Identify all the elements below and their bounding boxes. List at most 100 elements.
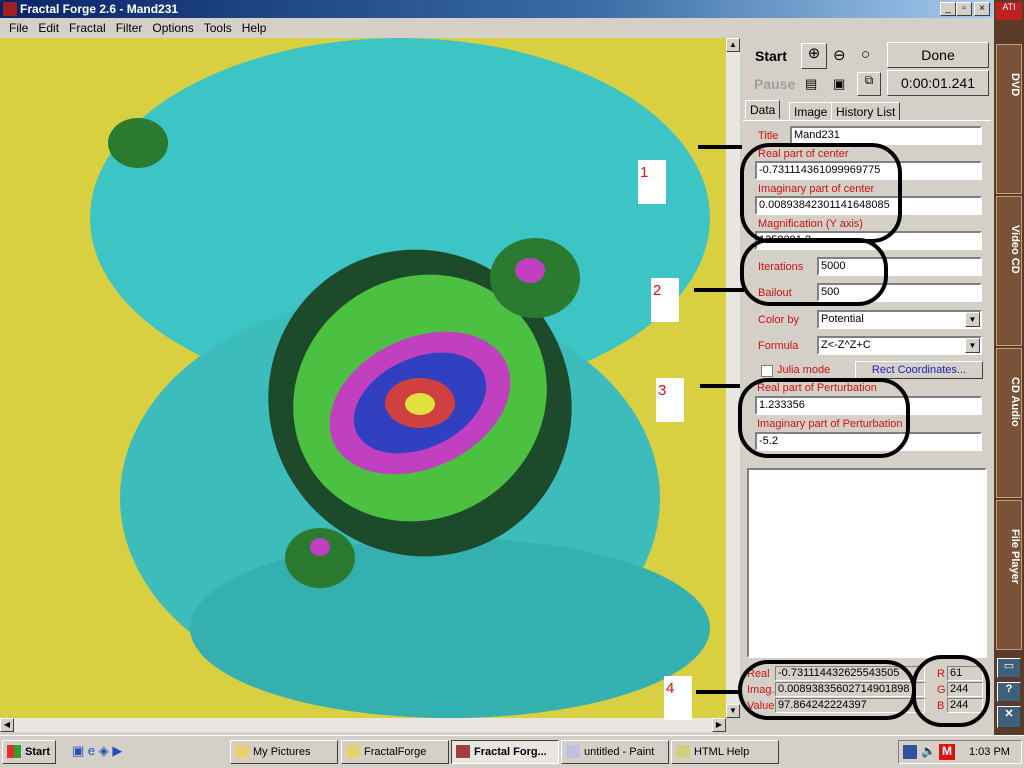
pause-button[interactable]: Pause: [754, 76, 795, 92]
scroll-down-arrow[interactable]: ▼: [726, 704, 740, 718]
annotation-label-1: 1: [638, 160, 666, 204]
menu-edit[interactable]: Edit: [33, 18, 64, 38]
dropdown-arrow-icon[interactable]: ▼: [965, 312, 980, 327]
timer-display: 0:00:01.241: [887, 70, 989, 96]
fractal-forge-icon: [456, 745, 470, 758]
task-fractalforge-folder[interactable]: FractalForge: [341, 740, 449, 764]
menu-fractal[interactable]: Fractal: [64, 18, 111, 38]
system-tray: 🔈 M 1:03 PM: [898, 740, 1022, 764]
rect-coordinates-button[interactable]: Rect Coordinates...: [855, 361, 983, 379]
sidebar-cd-audio[interactable]: CD Audio: [996, 348, 1022, 498]
close-icon[interactable]: ✕: [997, 706, 1021, 728]
paint-icon: [566, 745, 580, 758]
sidebar-video-cd[interactable]: Video CD: [996, 196, 1022, 346]
horizontal-scrollbar[interactable]: ◀ ▶: [0, 718, 726, 732]
m-tray-icon[interactable]: M: [939, 744, 955, 760]
quick-launch-icons[interactable]: ▣ e ◈ ▶: [72, 743, 122, 759]
volume-icon[interactable]: 🔈: [921, 744, 936, 758]
app-icon: [3, 2, 17, 16]
formula-select[interactable]: Z<-Z^Z+C ▼: [817, 336, 982, 355]
scroll-right-arrow[interactable]: ▶: [712, 718, 726, 732]
zoom-in-icon[interactable]: ⊕: [801, 43, 827, 69]
julia-mode-checkbox[interactable]: [761, 365, 773, 377]
menu-help[interactable]: Help: [237, 18, 272, 38]
vertical-scrollbar[interactable]: ▲ ▼: [726, 38, 740, 718]
formula-label: Formula: [758, 340, 799, 352]
fractal-canvas[interactable]: [0, 38, 726, 718]
sidebar-dvd-label: DVD: [1009, 73, 1021, 97]
zoom-icon[interactable]: ○: [861, 46, 870, 63]
taskbar: Start ▣ e ◈ ▶ My Pictures FractalForge F…: [0, 735, 1024, 768]
maximize-button[interactable]: ▫: [956, 2, 972, 16]
task-label: FractalForge: [364, 746, 427, 758]
folder-icon: [346, 745, 360, 758]
monitor-icon[interactable]: ▭: [997, 658, 1021, 678]
sidebar-cd-audio-label: CD Audio: [1009, 377, 1021, 427]
julia-mode-label: Julia mode: [777, 364, 831, 376]
sidebar-file-player[interactable]: File Player: [996, 500, 1022, 650]
windows-logo-icon: [7, 745, 21, 758]
menu-file[interactable]: File: [4, 18, 33, 38]
fractal-small-spiral-core: [515, 258, 545, 283]
folder-icon: [235, 745, 249, 758]
fractal-small-spiral: [108, 118, 168, 168]
comments-textarea[interactable]: [747, 468, 987, 658]
formula-value: Z<-Z^Z+C: [821, 339, 871, 351]
close-button[interactable]: ×: [974, 2, 990, 16]
color-by-label: Color by: [758, 314, 799, 326]
annotation-line-3: [700, 384, 740, 388]
help-icon[interactable]: ?: [997, 682, 1021, 702]
sidebar-video-cd-label: Video CD: [1009, 225, 1021, 274]
annotation-label-4: 4: [664, 676, 692, 720]
fractal-small-spiral: [285, 528, 355, 588]
menu-filter[interactable]: Filter: [111, 18, 148, 38]
dropdown-arrow-icon[interactable]: ▼: [965, 338, 980, 353]
tab-history-list[interactable]: History List: [831, 102, 901, 121]
ati-logo-icon: ATI: [996, 2, 1022, 20]
clock: 1:03 PM: [969, 746, 1010, 758]
annotation-line-1: [698, 145, 742, 149]
annotation-line-2: [694, 288, 744, 292]
tab-data[interactable]: Data: [745, 100, 781, 119]
annotation-circle-2: [740, 238, 888, 306]
save-icon[interactable]: ▣: [833, 76, 845, 92]
task-label: My Pictures: [253, 746, 311, 758]
fractal-cyan-region: [190, 538, 710, 718]
help-book-icon: [676, 745, 690, 758]
task-label: untitled - Paint: [584, 746, 655, 758]
sidebar-dvd[interactable]: DVD: [996, 44, 1022, 194]
tab-image[interactable]: Image: [789, 102, 833, 121]
start-button[interactable]: Start: [755, 48, 787, 64]
menu-tools[interactable]: Tools: [199, 18, 237, 38]
menu-bar: File Edit Fractal Filter Options Tools H…: [0, 18, 993, 38]
sidebar-file-player-label: File Player: [1009, 529, 1021, 585]
status-display: Done: [887, 42, 989, 68]
task-label: Fractal Forg...: [474, 746, 547, 758]
annotation-circle-4a: [738, 660, 916, 720]
task-paint[interactable]: untitled - Paint: [561, 740, 669, 764]
window-title: Fractal Forge 2.6 - Mand231: [20, 2, 179, 16]
color-by-select[interactable]: Potential ▼: [817, 310, 982, 329]
task-fractal-forge[interactable]: Fractal Forg...: [451, 740, 559, 764]
media-sidebar: ATI DVD Video CD CD Audio File Player ▭ …: [994, 0, 1024, 735]
color-by-value: Potential: [821, 313, 864, 325]
minimize-button[interactable]: _: [940, 2, 956, 16]
fractal-small-spiral-core: [310, 538, 330, 556]
new-document-icon[interactable]: ▤: [805, 76, 817, 92]
start-label: Start: [25, 746, 51, 758]
menu-options[interactable]: Options: [147, 18, 198, 38]
annotation-circle-3: [738, 378, 910, 458]
fractal-spiral-core: [405, 393, 435, 415]
network-icon[interactable]: [903, 745, 917, 759]
zoom-out-icon[interactable]: ⊖: [833, 46, 846, 64]
annotation-circle-4b: [912, 655, 990, 727]
scroll-up-arrow[interactable]: ▲: [726, 38, 740, 52]
scroll-left-arrow[interactable]: ◀: [0, 718, 14, 732]
tab-divider: [743, 120, 991, 121]
annotation-circle-1: [740, 143, 902, 243]
export-icon[interactable]: ⧉: [857, 72, 881, 96]
annotation-line-4: [696, 690, 740, 694]
start-menu-button[interactable]: Start: [2, 740, 56, 764]
task-html-help[interactable]: HTML Help: [671, 740, 779, 764]
task-my-pictures[interactable]: My Pictures: [230, 740, 338, 764]
